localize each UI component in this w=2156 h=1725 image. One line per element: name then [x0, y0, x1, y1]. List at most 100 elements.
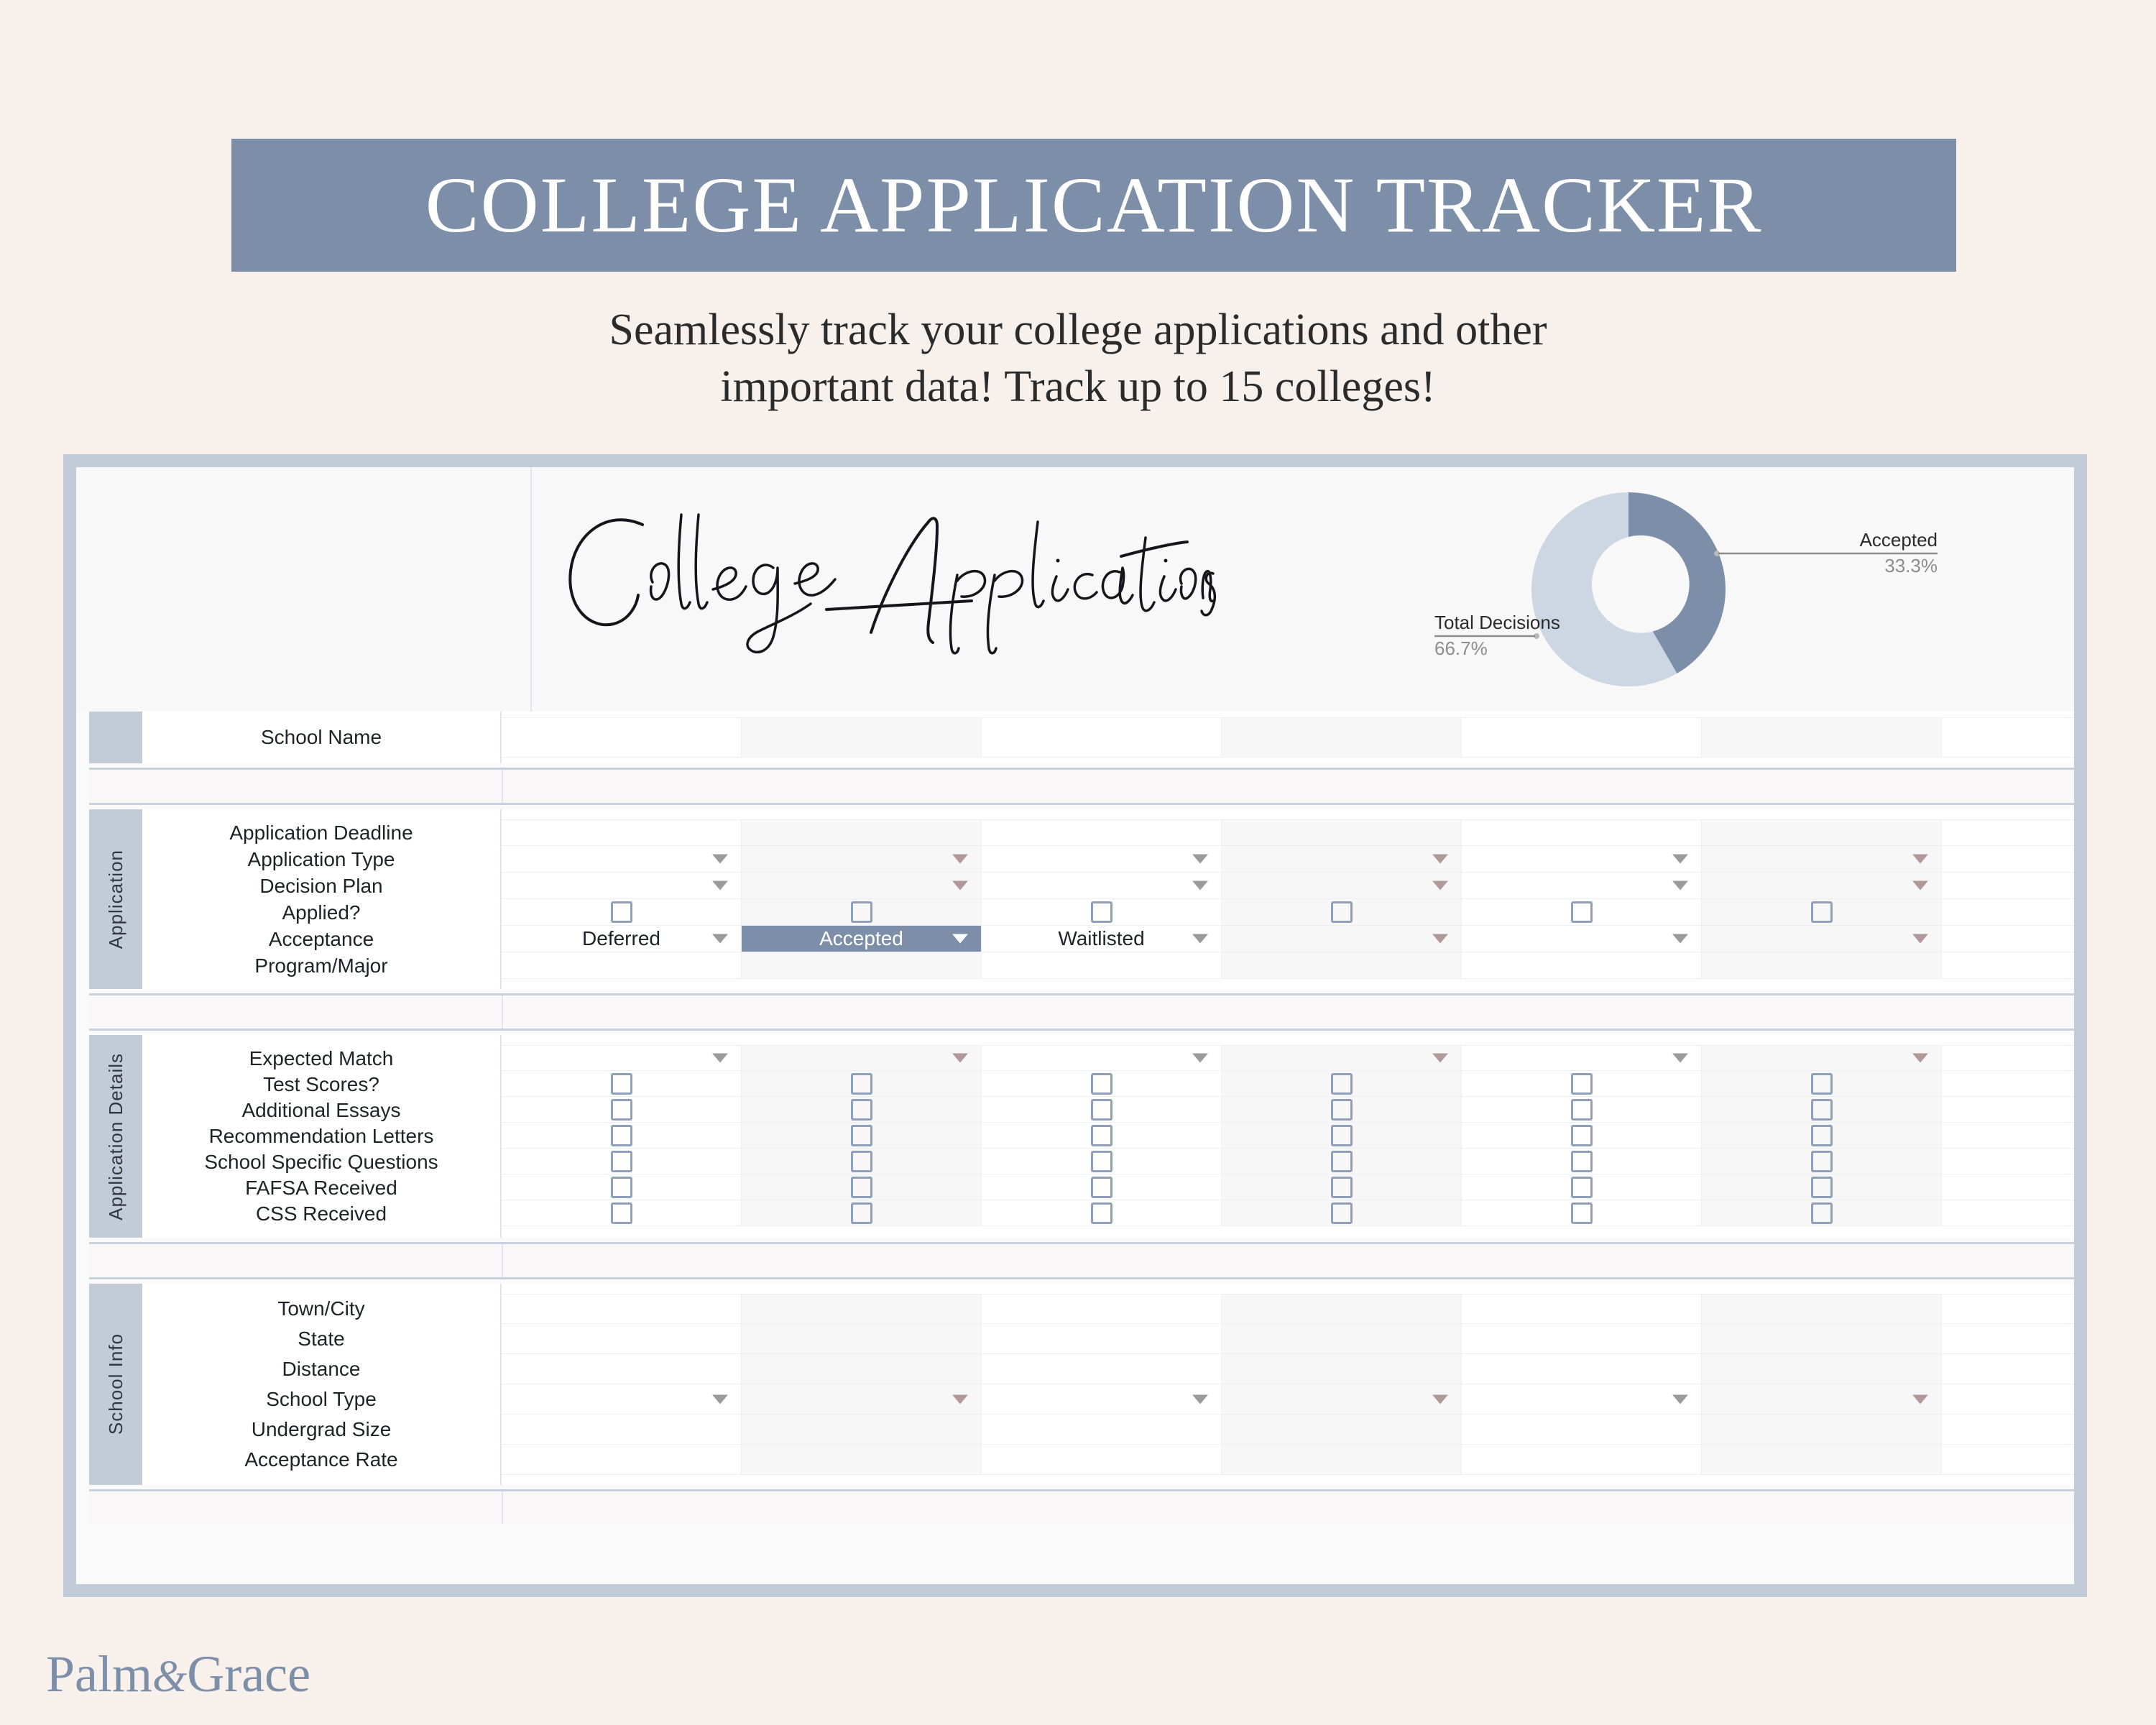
text-cell[interactable] — [1222, 1354, 1462, 1384]
dropdown-cell[interactable] — [742, 1046, 982, 1070]
text-cell[interactable] — [1222, 1445, 1462, 1474]
text-cell[interactable] — [742, 1414, 982, 1444]
text-cell[interactable] — [982, 820, 1222, 845]
dropdown-cell[interactable] — [502, 873, 742, 898]
checkbox-cell[interactable] — [1702, 899, 1942, 925]
chevron-down-icon[interactable] — [712, 1053, 728, 1063]
checkbox-icon[interactable] — [610, 1098, 632, 1121]
section-grid-application[interactable]: Deferred Accepted Waitlisted — [502, 809, 2074, 989]
checkbox-icon[interactable] — [1330, 1072, 1353, 1095]
checkbox-cell[interactable] — [982, 1123, 1222, 1148]
checkbox-icon[interactable] — [1570, 901, 1593, 923]
checkbox-icon[interactable] — [610, 1176, 632, 1198]
chevron-down-icon[interactable] — [1432, 934, 1448, 944]
checkbox-cell[interactable] — [502, 1097, 742, 1122]
checkbox-icon[interactable] — [850, 1072, 872, 1095]
chevron-down-icon[interactable] — [1192, 1394, 1208, 1404]
checkbox-cell[interactable] — [742, 1097, 982, 1122]
text-cell[interactable] — [1462, 952, 1702, 978]
checkbox-cell[interactable] — [1222, 1149, 1462, 1174]
checkbox-icon[interactable] — [610, 1072, 632, 1095]
dropdown-cell[interactable] — [502, 846, 742, 872]
text-cell[interactable] — [502, 1414, 742, 1444]
text-cell[interactable] — [1222, 820, 1462, 845]
dropdown-cell[interactable] — [1702, 846, 1942, 872]
text-cell[interactable] — [502, 820, 742, 845]
dropdown-cell[interactable]: Deferred — [502, 926, 742, 952]
chevron-down-icon[interactable] — [1192, 880, 1208, 891]
checkbox-icon[interactable] — [610, 1150, 632, 1172]
text-cell[interactable] — [1222, 718, 1462, 757]
checkbox-cell[interactable] — [982, 1149, 1222, 1174]
dropdown-cell[interactable]: Accepted — [742, 926, 982, 952]
chevron-down-icon[interactable] — [952, 1053, 968, 1063]
chevron-down-icon[interactable] — [1672, 854, 1688, 864]
checkbox-icon[interactable] — [610, 1124, 632, 1146]
checkbox-cell[interactable] — [1222, 1174, 1462, 1200]
checkbox-cell[interactable] — [742, 1149, 982, 1174]
checkbox-icon[interactable] — [1330, 1202, 1353, 1224]
checkbox-icon[interactable] — [1330, 1150, 1353, 1172]
chevron-down-icon[interactable] — [952, 1394, 968, 1404]
chevron-down-icon[interactable] — [1912, 934, 1928, 944]
chevron-down-icon[interactable] — [952, 854, 968, 864]
dropdown-cell[interactable] — [1702, 926, 1942, 952]
dropdown-cell[interactable] — [1702, 873, 1942, 898]
checkbox-cell[interactable] — [1222, 899, 1462, 925]
checkbox-icon[interactable] — [1570, 1150, 1593, 1172]
dropdown-cell[interactable] — [1222, 846, 1462, 872]
checkbox-cell[interactable] — [502, 1123, 742, 1148]
text-cell[interactable] — [742, 952, 982, 978]
chevron-down-icon[interactable] — [1192, 1053, 1208, 1063]
text-cell[interactable] — [1462, 1414, 1702, 1444]
dropdown-cell[interactable] — [742, 1384, 982, 1414]
dropdown-cell[interactable] — [1702, 1046, 1942, 1070]
checkbox-cell[interactable] — [1462, 899, 1702, 925]
dropdown-cell[interactable] — [1222, 926, 1462, 952]
checkbox-cell[interactable] — [1702, 1174, 1942, 1200]
text-cell[interactable] — [742, 718, 982, 757]
checkbox-icon[interactable] — [1090, 1150, 1112, 1172]
checkbox-icon[interactable] — [850, 1150, 872, 1172]
dropdown-cell[interactable] — [1462, 846, 1702, 872]
text-cell[interactable] — [1222, 1324, 1462, 1353]
text-cell[interactable] — [742, 820, 982, 845]
text-cell[interactable] — [1702, 1354, 1942, 1384]
checkbox-icon[interactable] — [1810, 1176, 1833, 1198]
dropdown-cell[interactable] — [1462, 1384, 1702, 1414]
checkbox-cell[interactable] — [1462, 1097, 1702, 1122]
text-cell[interactable] — [1222, 952, 1462, 978]
dropdown-cell[interactable] — [1462, 873, 1702, 898]
checkbox-cell[interactable] — [742, 1071, 982, 1096]
text-cell[interactable] — [742, 1294, 982, 1323]
text-cell[interactable] — [1702, 820, 1942, 845]
checkbox-cell[interactable] — [1702, 1200, 1942, 1225]
checkbox-cell[interactable] — [1462, 1071, 1702, 1096]
text-cell[interactable] — [1462, 1354, 1702, 1384]
text-cell[interactable] — [742, 1324, 982, 1353]
checkbox-cell[interactable] — [742, 1123, 982, 1148]
text-cell[interactable] — [1702, 952, 1942, 978]
checkbox-cell[interactable] — [1222, 1097, 1462, 1122]
dropdown-cell[interactable] — [982, 1384, 1222, 1414]
dropdown-cell[interactable] — [742, 846, 982, 872]
text-cell[interactable] — [982, 952, 1222, 978]
text-cell[interactable] — [1702, 1324, 1942, 1353]
checkbox-icon[interactable] — [850, 1124, 872, 1146]
text-cell[interactable] — [1462, 1445, 1702, 1474]
chevron-down-icon[interactable] — [712, 934, 728, 944]
dropdown-cell[interactable] — [1222, 1046, 1462, 1070]
checkbox-cell[interactable] — [982, 1200, 1222, 1225]
chevron-down-icon[interactable] — [712, 854, 728, 864]
chevron-down-icon[interactable] — [1672, 880, 1688, 891]
checkbox-cell[interactable] — [1702, 1071, 1942, 1096]
checkbox-icon[interactable] — [1090, 1098, 1112, 1121]
checkbox-icon[interactable] — [610, 1202, 632, 1224]
dropdown-cell[interactable] — [502, 1384, 742, 1414]
checkbox-cell[interactable] — [502, 899, 742, 925]
checkbox-cell[interactable] — [1462, 1174, 1702, 1200]
checkbox-cell[interactable] — [1702, 1123, 1942, 1148]
checkbox-icon[interactable] — [1090, 1202, 1112, 1224]
checkbox-icon[interactable] — [1090, 1124, 1112, 1146]
checkbox-icon[interactable] — [1810, 901, 1833, 923]
